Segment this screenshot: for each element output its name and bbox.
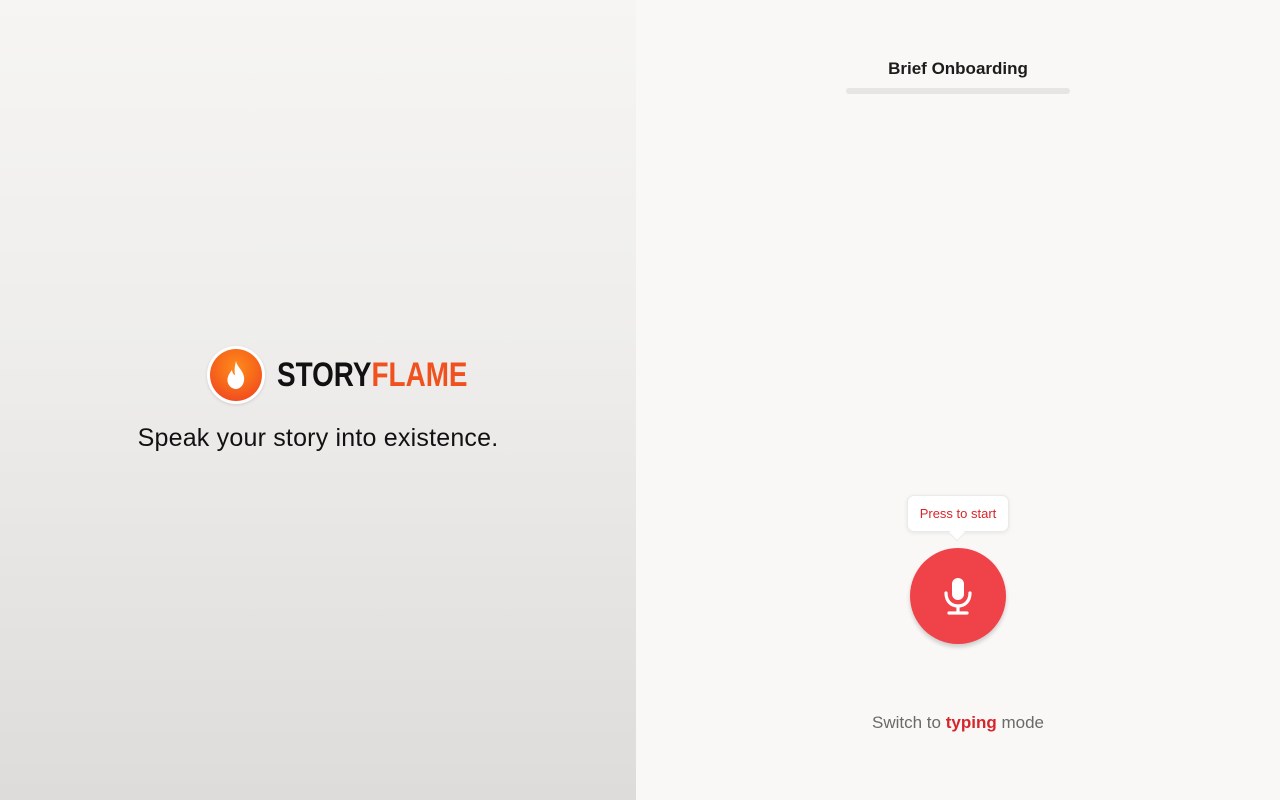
brand-name: Story Flame [277, 358, 468, 392]
typing-mode-link[interactable]: typing [946, 713, 997, 732]
onboarding-panel: Brief Onboarding Press to start Switch t… [636, 0, 1280, 800]
brand-name-story: Story [277, 356, 372, 394]
tagline: Speak your story into existence. [137, 424, 499, 452]
mode-switch-suffix: mode [1001, 713, 1044, 732]
brand-name-flame: Flame [371, 356, 468, 394]
brand-logo [207, 346, 265, 404]
onboarding-title: Brief Onboarding [888, 59, 1028, 78]
brand-lockup: Story Flame [207, 346, 509, 404]
onboarding-progress-bar [846, 88, 1070, 94]
mode-switch-prefix: Switch to [872, 713, 941, 732]
record-button[interactable] [910, 548, 1006, 644]
flame-icon [210, 349, 262, 401]
branding-panel: Story Flame Speak your story into existe… [0, 0, 636, 800]
microphone-icon [941, 576, 975, 616]
mode-switch: Switch to typing mode [636, 713, 1280, 733]
